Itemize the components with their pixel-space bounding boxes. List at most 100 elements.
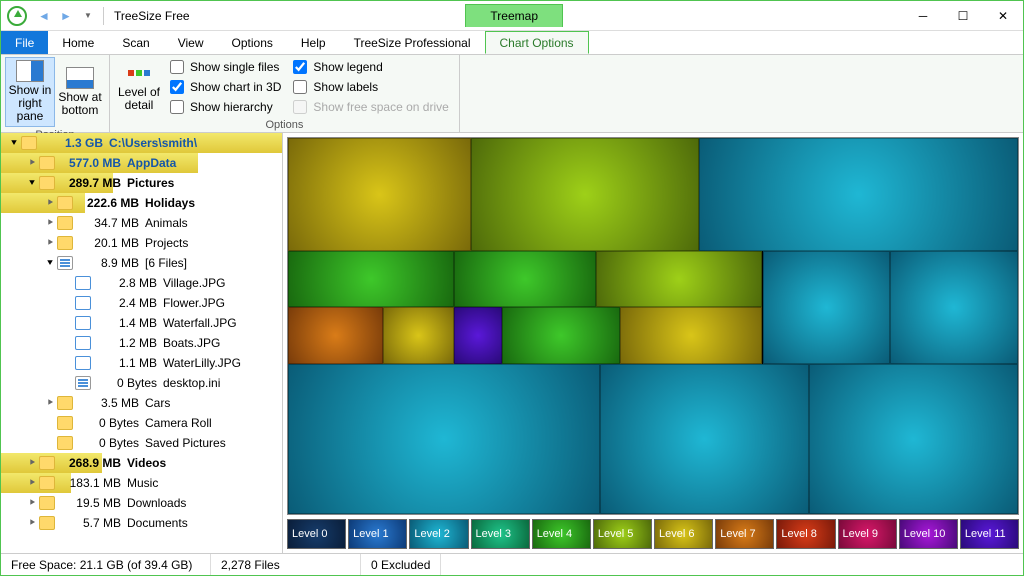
tree-row[interactable]: 0 Bytes Camera Roll	[1, 413, 282, 433]
maximize-button[interactable]: ☐	[943, 2, 983, 30]
tree-row[interactable]: ⯈222.6 MBHolidays	[1, 193, 282, 213]
tree-size: 1.3 GB	[41, 136, 103, 150]
show-chart-3d-checkbox[interactable]: Show chart in 3D	[164, 77, 287, 97]
back-button[interactable]: ◄	[35, 7, 53, 25]
legend-level-7[interactable]: Level 7	[715, 519, 774, 549]
tree-name: [6 Files]	[145, 256, 187, 270]
legend-level-2[interactable]: Level 2	[409, 519, 468, 549]
show-in-right-pane-button[interactable]: Show in right pane	[5, 57, 55, 127]
menu-file[interactable]: File	[1, 31, 48, 54]
tree-row[interactable]: ⯆289.7 MBPictures	[1, 173, 282, 193]
tree-row[interactable]: ⯈ 577.0 MB AppData	[1, 153, 282, 173]
ribbon-group-position: Show in right pane Show at bottom Positi…	[1, 55, 110, 132]
tree-row[interactable]: ⯈268.9 MBVideos	[1, 453, 282, 473]
tree-size: 577.0 MB	[59, 156, 121, 170]
context-tab-treemap[interactable]: Treemap	[465, 4, 563, 27]
file-icon	[57, 256, 73, 270]
tree-row[interactable]: 2.4 MBFlower.JPG	[1, 293, 282, 313]
menu-bar: File HomeScanViewOptionsHelpTreeSize Pro…	[1, 31, 1023, 55]
folder-icon	[39, 476, 55, 490]
legend-level-4[interactable]: Level 4	[532, 519, 591, 549]
folder-icon	[39, 496, 55, 510]
tree-name: Projects	[145, 236, 188, 250]
level-of-detail-button[interactable]: Level of detail	[114, 57, 164, 117]
tree-name: desktop.ini	[163, 376, 220, 390]
minimize-button[interactable]: ─	[903, 2, 943, 30]
tree-row[interactable]: 1.4 MBWaterfall.JPG	[1, 313, 282, 333]
tree-row[interactable]: 0 Bytesdesktop.ini	[1, 373, 282, 393]
tree-name: Camera Roll	[145, 416, 212, 430]
expand-icon[interactable]: ⯈	[43, 238, 57, 249]
legend-level-1[interactable]: Level 1	[348, 519, 407, 549]
tree-row[interactable]: ⯈5.7 MBDocuments	[1, 513, 282, 533]
tree-size: 2.8 MB	[95, 276, 157, 290]
tree-size: 34.7 MB	[77, 216, 139, 230]
legend-level-9[interactable]: Level 9	[838, 519, 897, 549]
tree-row[interactable]: ⯈183.1 MBMusic	[1, 473, 282, 493]
legend-level-3[interactable]: Level 3	[471, 519, 530, 549]
legend-level-8[interactable]: Level 8	[776, 519, 835, 549]
treemap-chart[interactable]: ✕	[287, 137, 1019, 515]
folder-icon	[57, 216, 73, 230]
expand-icon[interactable]: ⯈	[25, 158, 39, 169]
tree-row[interactable]: ⯆1.3 GBC:\Users\smith\	[1, 133, 282, 153]
tree-name: Downloads	[127, 496, 186, 510]
collapse-icon[interactable]: ⯆	[43, 258, 57, 269]
expand-icon[interactable]: ⯈	[43, 398, 57, 409]
menu-treesize-professional[interactable]: TreeSize Professional	[340, 31, 485, 54]
tree-row[interactable]: 2.8 MBVillage.JPG	[1, 273, 282, 293]
directory-tree[interactable]: ⯆1.3 GBC:\Users\smith\⯈577.0 MBAppData⯆2…	[1, 133, 283, 553]
tree-row[interactable]: ⯆8.9 MB[6 Files]	[1, 253, 282, 273]
close-button[interactable]: ✕	[983, 2, 1023, 30]
tree-row[interactable]: ⯈19.5 MBDownloads	[1, 493, 282, 513]
tree-row[interactable]: 1.2 MBBoats.JPG	[1, 333, 282, 353]
legend-level-10[interactable]: Level 10	[899, 519, 958, 549]
show-hierarchy-checkbox[interactable]: Show hierarchy	[164, 97, 287, 117]
legend-level-5[interactable]: Level 5	[593, 519, 652, 549]
tree-size: 0 Bytes	[77, 416, 139, 430]
show-legend-checkbox[interactable]: Show legend	[287, 57, 454, 77]
menu-help[interactable]: Help	[287, 31, 340, 54]
legend-level-11[interactable]: Level 11	[960, 519, 1019, 549]
expand-icon[interactable]: ⯈	[25, 518, 39, 529]
tree-name: Pictures	[127, 176, 174, 190]
img-icon	[75, 276, 91, 290]
tree-row[interactable]: 1.1 MBWaterLilly.JPG	[1, 353, 282, 373]
show-at-bottom-button[interactable]: Show at bottom	[55, 57, 105, 127]
menu-scan[interactable]: Scan	[108, 31, 163, 54]
forward-button[interactable]: ►	[57, 7, 75, 25]
folder-icon	[57, 236, 73, 250]
folder-icon	[39, 176, 55, 190]
tree-row[interactable]: ⯈3.5 MBCars	[1, 393, 282, 413]
status-bar: Free Space: 21.1 GB (of 39.4 GB) 2,278 F…	[1, 553, 1023, 575]
expand-icon[interactable]: ⯈	[43, 218, 57, 229]
collapse-icon[interactable]: ⯆	[7, 138, 21, 149]
folder-icon	[39, 516, 55, 530]
menu-options[interactable]: Options	[218, 31, 287, 54]
window-title: TreeSize Free	[114, 9, 190, 23]
tree-size: 0 Bytes	[77, 436, 139, 450]
menu-chart-options[interactable]: Chart Options	[485, 31, 589, 54]
tree-size: 1.1 MB	[95, 356, 157, 370]
tree-size: 268.9 MB	[59, 456, 121, 470]
collapse-icon[interactable]: ⯆	[25, 178, 39, 189]
show-labels-checkbox[interactable]: Show labels	[287, 77, 454, 97]
show-single-files-checkbox[interactable]: Show single files	[164, 57, 287, 77]
tree-row[interactable]: 0 BytesSaved Pictures	[1, 433, 282, 453]
show-free-space-checkbox: Show free space on drive	[287, 97, 454, 117]
dropdown-button[interactable]: ▼	[79, 7, 97, 25]
legend-level-0[interactable]: Level 0	[287, 519, 346, 549]
menu-home[interactable]: Home	[48, 31, 108, 54]
expand-icon[interactable]: ⯈	[25, 498, 39, 509]
legend-level-6[interactable]: Level 6	[654, 519, 713, 549]
menu-view[interactable]: View	[164, 31, 218, 54]
expand-icon[interactable]: ⯈	[25, 458, 39, 469]
tree-size: 20.1 MB	[77, 236, 139, 250]
tree-size: 183.1 MB	[59, 476, 121, 490]
tree-row[interactable]: ⯈ 20.1 MB Projects	[1, 233, 282, 253]
expand-icon[interactable]: ⯈	[25, 478, 39, 489]
tree-name: AppData	[127, 156, 176, 170]
app-logo-icon	[7, 6, 27, 26]
expand-icon[interactable]: ⯈	[43, 198, 57, 209]
tree-row[interactable]: ⯈34.7 MBAnimals	[1, 213, 282, 233]
